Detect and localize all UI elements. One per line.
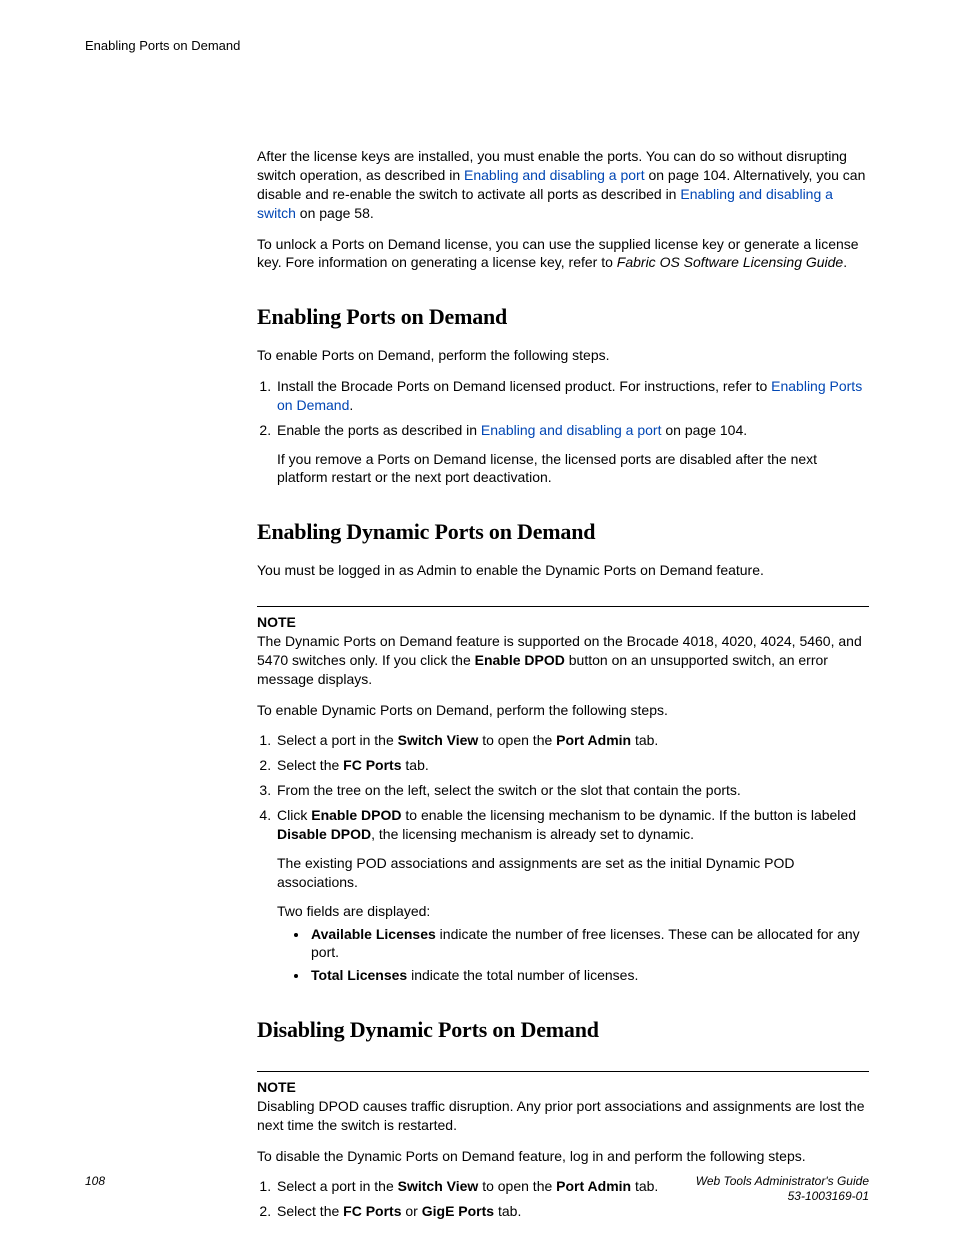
footer-doc-number: 53-1003169-01 bbox=[696, 1189, 869, 1205]
ui-fc-ports: FC Ports bbox=[343, 1203, 401, 1219]
sec2-step-1: Select a port in the Switch View to open… bbox=[275, 731, 869, 750]
text: on page 104. bbox=[661, 422, 747, 438]
main-content: After the license keys are installed, yo… bbox=[257, 147, 869, 1221]
ui-port-admin: Port Admin bbox=[556, 732, 631, 748]
intro-para-2: To unlock a Ports on Demand license, you… bbox=[257, 235, 869, 273]
heading-enabling-dpod: Enabling Dynamic Ports on Demand bbox=[257, 517, 869, 547]
ui-enable-dpod: Enable DPOD bbox=[311, 807, 401, 823]
ui-disable-dpod: Disable DPOD bbox=[277, 826, 371, 842]
sec2-step-4-aux1: The existing POD associations and assign… bbox=[277, 854, 869, 892]
text: Select the bbox=[277, 757, 343, 773]
text: . bbox=[349, 397, 353, 413]
text: Select a port in the bbox=[277, 732, 398, 748]
link-enable-disable-port-2[interactable]: Enabling and disabling a port bbox=[481, 422, 662, 438]
text: tab. bbox=[631, 732, 658, 748]
text: Select the bbox=[277, 1203, 343, 1219]
text: to open the bbox=[478, 732, 556, 748]
text: indicate the total number of licenses. bbox=[407, 967, 638, 983]
sec3-lead: To disable the Dynamic Ports on Demand f… bbox=[257, 1147, 869, 1166]
text: . bbox=[843, 254, 847, 270]
sec1-lead: To enable Ports on Demand, perform the f… bbox=[257, 346, 869, 365]
link-enable-disable-port[interactable]: Enabling and disabling a port bbox=[464, 167, 645, 183]
bullet-available-licenses: Available Licenses indicate the number o… bbox=[309, 925, 869, 963]
sec3-note-body: Disabling DPOD causes traffic disruption… bbox=[257, 1097, 869, 1135]
ui-gige-ports: GigE Ports bbox=[422, 1203, 494, 1219]
sec1-step-2: Enable the ports as described in Enablin… bbox=[275, 421, 869, 488]
label: Total Licenses bbox=[311, 967, 407, 983]
sec2-step-4-aux2: Two fields are displayed: bbox=[277, 902, 869, 921]
note-rule bbox=[257, 1071, 869, 1072]
footer-doc-title: Web Tools Administrator's Guide bbox=[696, 1174, 869, 1190]
note-heading: NOTE bbox=[257, 1078, 869, 1097]
sec2-steps: Select a port in the Switch View to open… bbox=[257, 731, 869, 985]
text: , the licensing mechanism is already set… bbox=[371, 826, 694, 842]
sec1-step-1: Install the Brocade Ports on Demand lice… bbox=[275, 377, 869, 415]
text: to enable the licensing mechanism to be … bbox=[401, 807, 856, 823]
intro-para-1: After the license keys are installed, yo… bbox=[257, 147, 869, 223]
text: Install the Brocade Ports on Demand lice… bbox=[277, 378, 771, 394]
label: Available Licenses bbox=[311, 926, 436, 942]
page-footer: 108 Web Tools Administrator's Guide 53-1… bbox=[85, 1174, 869, 1205]
text: or bbox=[402, 1203, 422, 1219]
sec2-fields: Available Licenses indicate the number o… bbox=[277, 925, 869, 986]
sec3-step-2: Select the FC Ports or GigE Ports tab. bbox=[275, 1202, 869, 1221]
doc-title-ref: Fabric OS Software Licensing Guide bbox=[617, 254, 843, 270]
note-rule bbox=[257, 606, 869, 607]
sec1-step-2-aux: If you remove a Ports on Demand license,… bbox=[277, 450, 869, 488]
heading-enabling-pod: Enabling Ports on Demand bbox=[257, 302, 869, 332]
note-heading: NOTE bbox=[257, 613, 869, 632]
text: tab. bbox=[402, 757, 429, 773]
heading-disabling-dpod: Disabling Dynamic Ports on Demand bbox=[257, 1015, 869, 1045]
sec2-note-body: The Dynamic Ports on Demand feature is s… bbox=[257, 632, 869, 689]
bullet-total-licenses: Total Licenses indicate the total number… bbox=[309, 966, 869, 985]
ui-switch-view: Switch View bbox=[398, 732, 479, 748]
ui-enable-dpod: Enable DPOD bbox=[475, 652, 565, 668]
sec1-steps: Install the Brocade Ports on Demand lice… bbox=[257, 377, 869, 487]
sec2-step-4: Click Enable DPOD to enable the licensin… bbox=[275, 806, 869, 985]
sec2-step-2: Select the FC Ports tab. bbox=[275, 756, 869, 775]
text: tab. bbox=[494, 1203, 521, 1219]
text: Enable the ports as described in bbox=[277, 422, 481, 438]
sec2-step-3: From the tree on the left, select the sw… bbox=[275, 781, 869, 800]
text: on page 58. bbox=[296, 205, 374, 221]
sec2-lead: You must be logged in as Admin to enable… bbox=[257, 561, 869, 580]
text: Click bbox=[277, 807, 311, 823]
ui-fc-ports: FC Ports bbox=[343, 757, 401, 773]
sec2-lead2: To enable Dynamic Ports on Demand, perfo… bbox=[257, 701, 869, 720]
running-head: Enabling Ports on Demand bbox=[85, 38, 869, 53]
page-number: 108 bbox=[85, 1174, 105, 1188]
